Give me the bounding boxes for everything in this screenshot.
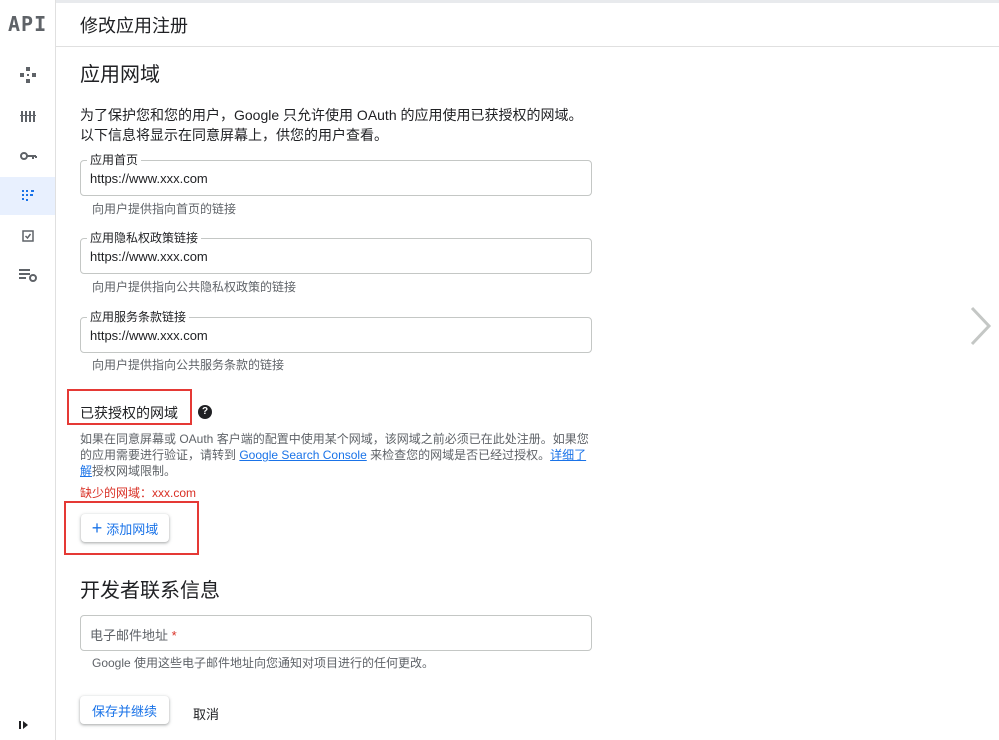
overview-icon[interactable] (0, 56, 55, 94)
cancel-button[interactable]: 取消 (193, 704, 219, 723)
privacy-policy-field-value[interactable]: https://www.xxx.com (90, 249, 208, 264)
homepage-field-label: 应用首页 (87, 151, 142, 168)
terms-of-service-hint: 向用户提供指向公共服务条款的链接 (92, 358, 285, 372)
desc-text-3: 授权网域限制。 (92, 464, 177, 478)
app-domain-title: 应用网域 (80, 64, 160, 86)
homepage-hint: 向用户提供指向首页的链接 (92, 202, 237, 216)
settings-list-icon[interactable] (0, 256, 55, 294)
expand-nav-icon[interactable] (18, 718, 30, 736)
email-field[interactable]: 电子邮件地址 * (80, 615, 592, 651)
highlight-box-title (67, 389, 192, 425)
consent-screen-icon[interactable] (0, 177, 55, 215)
api-logo: API (8, 12, 48, 36)
page-header: 修改应用注册 (56, 0, 999, 47)
agreements-icon[interactable] (0, 217, 55, 255)
missing-domain-error: 缺少的网域：xxx.com (80, 486, 197, 500)
app-domain-intro: 为了保护您和您的用户，Google 只允许使用 OAuth 的应用使用已获授权的… (80, 107, 583, 143)
privacy-policy-field[interactable]: 应用隐私权政策链接 https://www.xxx.com (80, 229, 592, 274)
highlight-box-add-button (64, 501, 199, 555)
email-placeholder: 电子邮件地址 * (90, 625, 177, 644)
terms-of-service-field[interactable]: 应用服务条款链接 https://www.xxx.com (80, 308, 592, 353)
key-icon[interactable] (0, 137, 55, 175)
homepage-field[interactable]: 应用首页 https://www.xxx.com (80, 151, 592, 196)
terms-of-service-field-value[interactable]: https://www.xxx.com (90, 328, 208, 343)
email-placeholder-text: 电子邮件地址 (90, 628, 169, 643)
terms-of-service-field-label: 应用服务条款链接 (87, 308, 190, 325)
required-mark: * (171, 628, 177, 643)
authorized-domains-desc: 如果在同意屏幕或 OAuth 客户端的配置中使用某个网域，该网域之前必须已在此处… (80, 431, 592, 479)
help-icon[interactable]: ? (198, 405, 212, 419)
left-nav-rail: API (0, 0, 56, 740)
library-icon[interactable] (0, 97, 55, 135)
privacy-policy-hint: 向用户提供指向公共隐私权政策的链接 (92, 280, 297, 294)
save-continue-button[interactable]: 保存并继续 (80, 696, 169, 724)
homepage-field-value[interactable]: https://www.xxx.com (90, 171, 208, 186)
email-hint: Google 使用这些电子邮件地址向您通知对项目进行的任何更改。 (92, 656, 435, 670)
developer-contact-title: 开发者联系信息 (80, 580, 220, 602)
chevron-right-icon[interactable] (969, 305, 993, 352)
page-title: 修改应用注册 (80, 16, 188, 36)
search-console-link[interactable]: Google Search Console (239, 448, 366, 462)
privacy-policy-field-label: 应用隐私权政策链接 (87, 229, 202, 246)
desc-text-2: 来检查您的网域是否已经过授权。 (366, 448, 551, 462)
